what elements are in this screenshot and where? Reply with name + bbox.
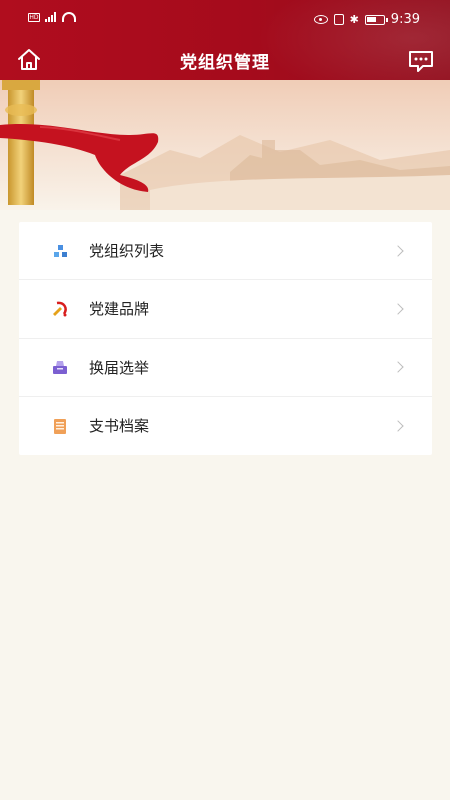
ballot-box-icon [53, 361, 67, 375]
chevron-right-icon [392, 303, 404, 315]
menu-item-election[interactable]: 换届选举 [19, 339, 432, 397]
message-icon [409, 51, 433, 72]
status-right: ✱ 9:39 [313, 12, 420, 27]
menu-item-org-list[interactable]: 党组织列表 [19, 222, 432, 281]
status-time: 9:39 [390, 12, 420, 27]
nfc-icon [333, 14, 344, 25]
chevron-right-icon [392, 420, 404, 432]
org-chart-icon [54, 244, 67, 257]
chevron-right-icon [392, 361, 404, 373]
signal-icon [45, 12, 57, 22]
chevron-right-icon [392, 244, 404, 257]
menu-item-label: 党组织列表 [89, 242, 165, 261]
menu-item-label: 支书档案 [89, 417, 150, 436]
menu-item-label: 换届选举 [89, 358, 150, 377]
banner-image [0, 80, 450, 210]
eye-icon [313, 15, 328, 24]
wifi-icon [62, 12, 76, 22]
bluetooth-icon: ✱ [349, 12, 359, 26]
sim-icon: HD [28, 12, 40, 22]
banner-illustration [0, 80, 450, 210]
menu-item-party-brand[interactable]: 党建品牌 [19, 280, 432, 339]
status-bar: HD ✱ 9:39 [0, 0, 450, 40]
party-emblem-icon [53, 301, 67, 317]
app-header: HD ✱ 9:39 党组织管理 [0, 0, 450, 80]
page-title: 党组织管理 [180, 53, 270, 73]
message-button[interactable] [406, 46, 436, 76]
menu-card: 党组织列表 党建品牌 换届选举 支书档案 [19, 222, 432, 455]
menu-item-label: 党建品牌 [89, 300, 150, 319]
nav-bar: 党组织管理 [0, 40, 450, 80]
battery-icon [364, 14, 388, 25]
status-left: HD [28, 12, 76, 22]
archive-icon [54, 418, 66, 434]
menu-item-secretary-archive[interactable]: 支书档案 [19, 397, 432, 455]
